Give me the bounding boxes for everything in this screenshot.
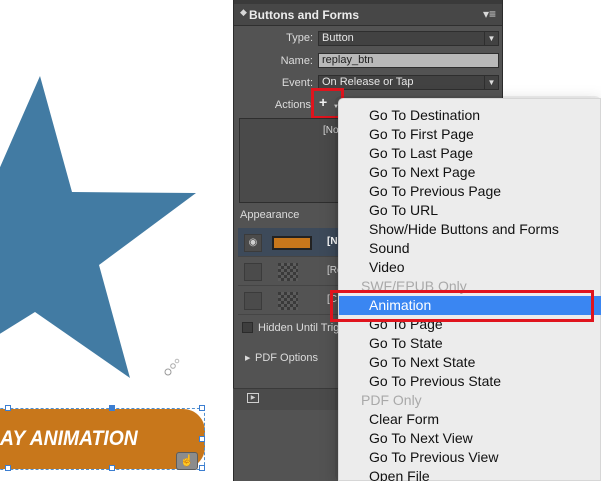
menu-item-go-to-next-state[interactable]: Go To Next State	[339, 353, 601, 372]
panel-titlebar[interactable]: ◆ Buttons and Forms ▾≡	[234, 4, 502, 26]
menu-item-sound[interactable]: Sound	[339, 239, 601, 258]
selection-handle[interactable]	[199, 405, 205, 411]
annotation-highlight-box	[330, 290, 594, 322]
menu-item-go-to-next-page[interactable]: Go To Next Page	[339, 163, 601, 182]
menu-section-pdf-only: PDF Only	[361, 392, 422, 408]
chevron-down-icon: ▼	[484, 32, 498, 45]
name-value: replay_btn	[322, 54, 374, 66]
appearance-thumbnail	[278, 292, 298, 310]
event-label: Event:	[281, 77, 313, 89]
menu-item-go-to-next-view[interactable]: Go To Next View	[339, 429, 601, 448]
menu-item-go-to-previous-view[interactable]: Go To Previous View	[339, 448, 601, 467]
panel-menu-icon[interactable]: ▾≡	[483, 7, 496, 21]
name-label: Name:	[280, 55, 313, 67]
hand-cursor-icon: ☝	[176, 452, 198, 470]
selection-handle[interactable]	[199, 465, 205, 471]
panel-title: Buttons and Forms	[249, 8, 359, 22]
preview-icon[interactable]: ▶	[247, 393, 259, 403]
menu-item-show-hide-buttons-and-forms[interactable]: Show/Hide Buttons and Forms	[339, 220, 601, 239]
star-shape[interactable]	[0, 0, 232, 400]
disclosure-triangle-icon[interactable]: ▶	[245, 354, 250, 362]
menu-item-go-to-state[interactable]: Go To State	[339, 334, 601, 353]
actions-label: Actions	[274, 99, 311, 111]
menu-item-go-to-destination[interactable]: Go To Destination	[339, 106, 601, 125]
type-dropdown[interactable]: Button ▼	[318, 31, 499, 46]
transition-dots-icon	[164, 358, 180, 376]
eye-box[interactable]	[244, 292, 262, 310]
type-label: Type:	[286, 32, 313, 44]
menu-item-go-to-first-page[interactable]: Go To First Page	[339, 125, 601, 144]
menu-item-go-to-previous-state[interactable]: Go To Previous State	[339, 372, 601, 391]
event-value: On Release or Tap	[322, 76, 414, 88]
hidden-until-triggered-checkbox[interactable]	[242, 322, 253, 333]
eye-box[interactable]	[244, 263, 262, 281]
event-dropdown[interactable]: On Release or Tap ▼	[318, 75, 499, 90]
menu-item-go-to-last-page[interactable]: Go To Last Page	[339, 144, 601, 163]
menu-item-go-to-url[interactable]: Go To URL	[339, 201, 601, 220]
menu-item-go-to-previous-page[interactable]: Go To Previous Page	[339, 182, 601, 201]
appearance-thumbnail	[278, 263, 298, 281]
chevron-down-icon: ▼	[484, 76, 498, 89]
type-value: Button	[322, 32, 354, 44]
appearance-thumbnail	[272, 236, 312, 250]
menu-item-video[interactable]: Video	[339, 258, 601, 277]
collapse-icon[interactable]: ◆	[240, 8, 247, 17]
pdf-options-label[interactable]: PDF Options	[255, 352, 318, 364]
appearance-label: Appearance	[240, 209, 300, 221]
star-polygon	[0, 76, 196, 378]
replay-button-label: AY ANIMATION	[0, 427, 138, 450]
name-field[interactable]: replay_btn	[318, 53, 499, 68]
eye-icon[interactable]: ◉	[244, 234, 262, 252]
menu-item-clear-form[interactable]: Clear Form	[339, 410, 601, 429]
menu-item-open-file[interactable]: Open File	[339, 467, 601, 481]
